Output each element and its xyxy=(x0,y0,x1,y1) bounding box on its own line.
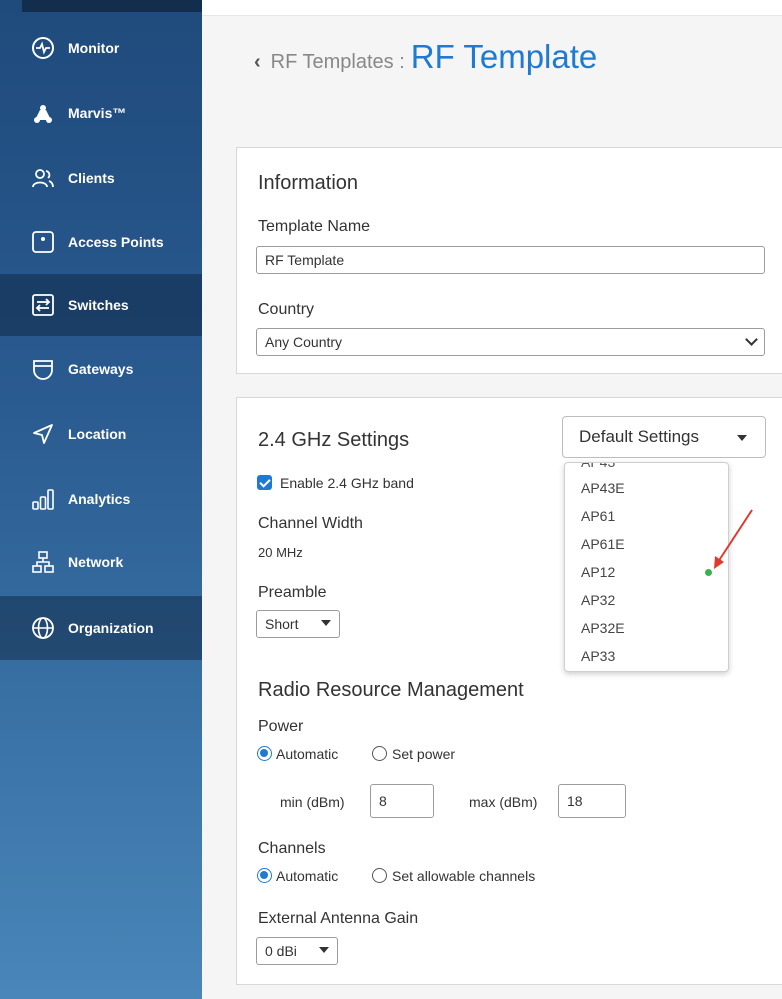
preamble-select[interactable]: Short xyxy=(256,610,340,638)
channels-automatic-radio[interactable] xyxy=(257,868,272,883)
sidebar-item-access-points[interactable]: Access Points xyxy=(0,211,202,273)
sidebar-top-bar xyxy=(22,0,202,12)
red-arrow-icon xyxy=(714,509,753,569)
menu-item[interactable]: AP33 xyxy=(565,642,728,670)
sidebar-item-label: Network xyxy=(68,554,124,570)
sidebar-item-monitor[interactable]: Monitor xyxy=(0,17,202,79)
template-name-label: Template Name xyxy=(258,218,371,235)
menu-item[interactable]: AP43E xyxy=(565,474,728,502)
menu-item[interactable]: AP32E xyxy=(565,614,728,642)
antenna-gain-selected-value: 0 dBi xyxy=(265,943,297,959)
sidebar-item-switches[interactable]: Switches xyxy=(0,274,202,336)
menu-item[interactable]: AP61E xyxy=(565,530,728,558)
caret-down-icon xyxy=(737,435,747,441)
sidebar-item-label: Switches xyxy=(68,297,129,313)
caret-down-icon xyxy=(321,620,331,626)
channel-width-value: 20 MHz xyxy=(258,545,303,560)
breadcrumb-parent-link[interactable]: RF Templates : xyxy=(271,51,405,74)
preamble-selected-value: Short xyxy=(265,616,299,632)
default-settings-menu: AP43 AP43E AP61 AP61E AP12 AP32 AP32E AP… xyxy=(564,462,729,672)
channels-automatic-label: Automatic xyxy=(276,868,339,884)
default-settings-dropdown[interactable]: Default Settings xyxy=(562,416,766,458)
power-set-radio[interactable] xyxy=(372,746,387,761)
default-settings-label: Default Settings xyxy=(579,427,700,446)
band-24-heading: 2.4 GHz Settings xyxy=(258,429,410,451)
sidebar-item-label: Marvis™ xyxy=(68,105,127,121)
antenna-gain-select[interactable]: 0 dBi xyxy=(256,937,338,965)
globe-icon xyxy=(30,615,56,641)
max-dbm-input[interactable] xyxy=(558,784,626,818)
breadcrumb: ‹ RF Templates : RF Template xyxy=(254,38,597,76)
sidebar-item-organization[interactable]: Organization xyxy=(0,596,202,660)
location-arrow-icon xyxy=(30,421,56,447)
top-bar xyxy=(202,0,782,16)
channel-width-label: Channel Width xyxy=(258,515,363,532)
power-automatic-label: Automatic xyxy=(276,746,339,762)
preamble-label: Preamble xyxy=(258,584,327,601)
max-dbm-label: max (dBm) xyxy=(469,794,538,810)
monitor-icon xyxy=(30,35,56,61)
sidebar-item-gateways[interactable]: Gateways xyxy=(0,338,202,400)
information-heading: Information xyxy=(258,172,359,194)
switch-icon xyxy=(30,292,56,318)
power-set-label: Set power xyxy=(392,746,456,762)
sidebar-item-label: Monitor xyxy=(68,40,120,56)
menu-item[interactable]: AP61 xyxy=(565,502,728,530)
sidebar-item-label: Access Points xyxy=(68,234,164,250)
power-label: Power xyxy=(258,718,304,735)
enable-24-checkbox[interactable] xyxy=(257,475,272,490)
channels-label: Channels xyxy=(258,840,326,857)
caret-down-icon xyxy=(319,947,329,953)
channels-set-radio[interactable] xyxy=(372,868,387,883)
sidebar: Monitor Marvis™ Clients Access Points Sw… xyxy=(0,0,202,999)
template-name-input[interactable] xyxy=(256,246,765,274)
sidebar-item-label: Clients xyxy=(68,170,115,186)
sidebar-item-label: Location xyxy=(68,426,127,442)
menu-item[interactable]: AP32 xyxy=(565,586,728,614)
enable-24-label: Enable 2.4 GHz band xyxy=(280,475,414,491)
sidebar-item-label: Analytics xyxy=(68,491,131,507)
network-icon xyxy=(30,549,56,575)
page-title: RF Template xyxy=(410,38,598,75)
menu-item-clipped[interactable]: AP43 xyxy=(581,463,615,470)
marvis-icon xyxy=(30,100,56,126)
sidebar-item-label: Gateways xyxy=(68,361,134,377)
information-card: Information Template Name Country Any Co… xyxy=(236,147,782,374)
channels-set-label: Set allowable channels xyxy=(392,868,536,884)
country-selected-value: Any Country xyxy=(265,334,343,350)
power-automatic-radio[interactable] xyxy=(257,746,272,761)
analytics-icon xyxy=(30,486,56,512)
sidebar-item-marvis[interactable]: Marvis™ xyxy=(0,82,202,144)
sidebar-item-clients[interactable]: Clients xyxy=(0,147,202,209)
min-dbm-label: min (dBm) xyxy=(280,794,345,810)
sidebar-item-analytics[interactable]: Analytics xyxy=(0,468,202,530)
clients-icon xyxy=(30,165,56,191)
country-select[interactable]: Any Country xyxy=(256,328,765,356)
sidebar-item-network[interactable]: Network xyxy=(0,531,202,593)
min-dbm-input[interactable] xyxy=(370,784,434,818)
sidebar-item-label: Organization xyxy=(68,620,154,636)
rrm-heading: Radio Resource Management xyxy=(258,679,524,701)
sidebar-item-location[interactable]: Location xyxy=(0,403,202,465)
country-label: Country xyxy=(258,301,315,318)
access-point-icon xyxy=(30,229,56,255)
main-content: ‹ RF Templates : RF Template Information… xyxy=(202,0,782,999)
gateway-icon xyxy=(30,356,56,382)
chevron-left-icon[interactable]: ‹ xyxy=(254,51,261,74)
external-antenna-gain-label: External Antenna Gain xyxy=(258,910,419,927)
chevron-down-icon xyxy=(745,333,758,346)
